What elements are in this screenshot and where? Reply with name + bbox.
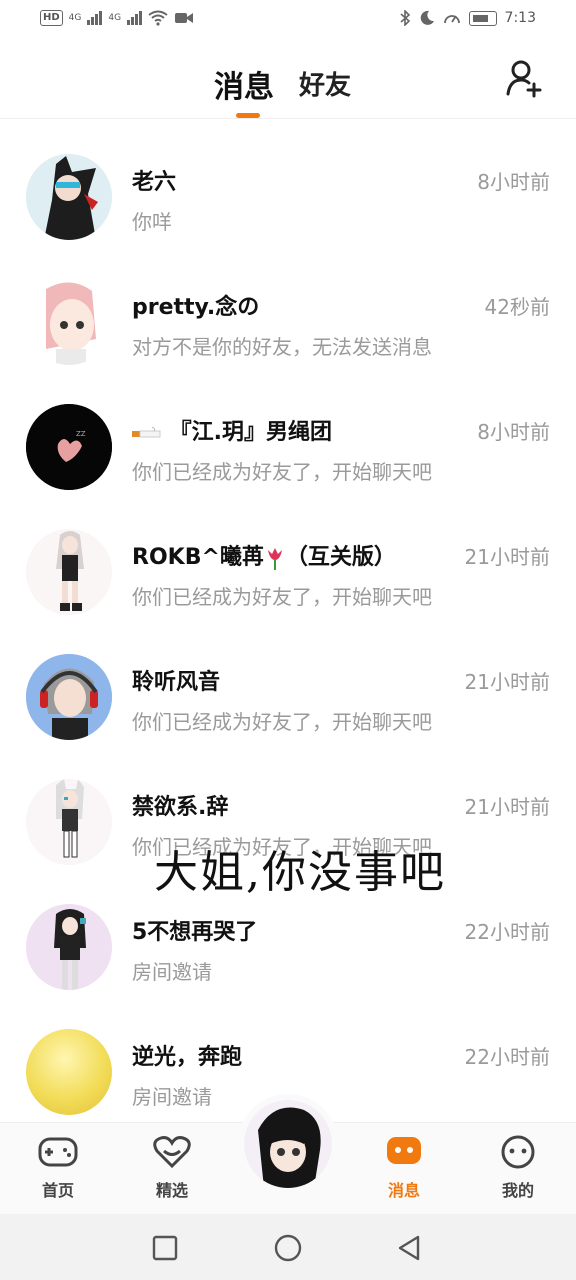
avatar[interactable] (26, 279, 112, 365)
nav-messages-label: 消息 (387, 1181, 420, 1200)
nav-messages[interactable]: 消息 (364, 1135, 444, 1201)
conversation-row[interactable]: ROKB^曦苒 （互关版） 你们已经成为好友了，开始聊天吧 21小时前 (0, 493, 576, 618)
status-time: 7:13 (504, 10, 536, 26)
nav-home[interactable]: 首页 (18, 1135, 98, 1201)
nav-mine[interactable]: 我的 (478, 1135, 558, 1201)
avatar[interactable]: ZZ (26, 404, 112, 490)
message-preview: 你们已经成为好友了，开始聊天吧 (132, 460, 432, 484)
bluetooth-icon (400, 10, 410, 26)
message-time: 21小时前 (464, 795, 550, 819)
conversation-list: 老六 你咩 8小时前 pretty.念の 对方不是你的好友，无法发送消息 42秒… (0, 118, 576, 1118)
message-preview: 房间邀请 (132, 1085, 212, 1109)
top-header: 消息 好友 (0, 40, 576, 119)
tab-friends[interactable]: 好友 (299, 65, 351, 102)
avatar[interactable] (26, 529, 112, 615)
message-preview: 房间邀请 (132, 960, 212, 984)
message-time: 42秒前 (484, 295, 550, 319)
overlay-caption: 大姐,你没事吧 (154, 847, 446, 898)
message-time: 21小时前 (464, 670, 550, 694)
conversation-row[interactable]: ZZ 『江.玥』男绳团 你们已经成为好友了，开始聊天吧 8小时前 (0, 368, 576, 493)
avatar[interactable] (26, 154, 112, 240)
message-preview: 你们已经成为好友了，开始聊天吧 (132, 585, 432, 609)
center-avatar[interactable] (244, 1100, 332, 1188)
avatar[interactable] (26, 654, 112, 740)
recent-apps-button[interactable] (152, 1235, 178, 1261)
nav-featured-label: 精选 (155, 1181, 188, 1200)
message-time: 8小时前 (477, 170, 550, 194)
status-bar: HD 4G 4G 7:13 (0, 0, 576, 40)
svg-text:ZZ: ZZ (76, 430, 86, 438)
moon-icon (420, 10, 434, 25)
contact-name: 老六 (132, 170, 177, 195)
message-time: 21小时前 (464, 545, 550, 569)
contact-name: ROKB^曦苒 （互关版） (132, 545, 396, 570)
wifi-icon (148, 10, 168, 26)
heart-icon (153, 1136, 191, 1169)
contact-name: 禁欲系.辞 (132, 795, 229, 820)
nav-featured[interactable]: 精选 (132, 1135, 212, 1201)
contact-name: 聆听风音 (132, 670, 221, 695)
message-preview: 你咩 (132, 210, 172, 234)
cigarette-icon (132, 426, 161, 438)
network-4g-label-1: 4G (68, 13, 82, 23)
home-button[interactable] (274, 1234, 302, 1262)
signal-icon (87, 11, 103, 25)
conversation-row[interactable]: 老六 你咩 8小时前 (0, 118, 576, 243)
signal-icon-2 (127, 11, 143, 25)
chat-bubble-icon (387, 1137, 421, 1164)
message-preview: 你们已经成为好友了，开始聊天吧 (132, 710, 432, 734)
add-user-icon[interactable] (504, 58, 544, 98)
battery-icon (468, 10, 497, 26)
conversation-row[interactable]: 聆听风音 你们已经成为好友了，开始聊天吧 21小时前 (0, 618, 576, 743)
message-time: 22小时前 (464, 920, 550, 944)
gamepad-icon (38, 1137, 78, 1167)
avatar[interactable] (26, 779, 112, 865)
speed-gauge-icon (443, 15, 460, 24)
avatar[interactable] (26, 904, 112, 990)
video-icon (175, 13, 194, 23)
message-time: 8小时前 (477, 420, 550, 444)
network-4g-label-2: 4G (108, 13, 122, 23)
tulip-icon (267, 548, 282, 570)
nav-home-label: 首页 (41, 1181, 74, 1200)
smiley-icon (501, 1135, 535, 1169)
contact-name: 『江.玥』男绳团 (132, 414, 332, 446)
conversation-row[interactable]: pretty.念の 对方不是你的好友，无法发送消息 42秒前 (0, 243, 576, 368)
contact-name: 5不想再哭了 (132, 920, 258, 945)
message-preview: 对方不是你的好友，无法发送消息 (132, 335, 432, 359)
system-nav-bar (0, 1214, 576, 1280)
tab-messages[interactable]: 消息 (214, 62, 274, 106)
contact-name: 逆光，奔跑 (132, 1045, 243, 1070)
message-time: 22小时前 (464, 1045, 550, 1069)
avatar[interactable] (26, 1029, 112, 1115)
nav-mine-label: 我的 (501, 1181, 534, 1200)
hd-badge: HD (40, 10, 63, 26)
contact-name: pretty.念の (132, 295, 260, 320)
back-button[interactable] (396, 1234, 422, 1262)
